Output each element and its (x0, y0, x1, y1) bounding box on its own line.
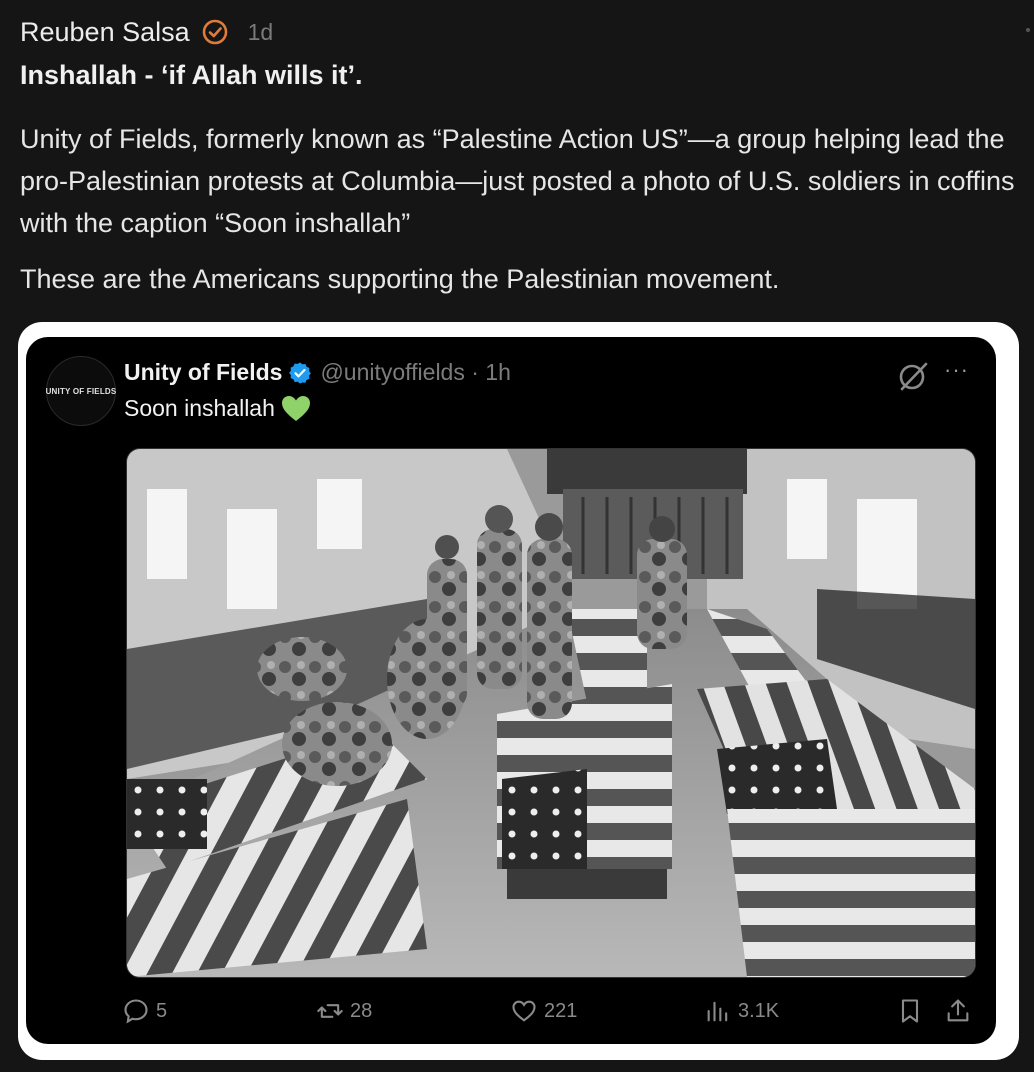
more-options-icon[interactable] (1026, 28, 1030, 32)
retweet-count: 28 (350, 999, 373, 1022)
tweet-photo[interactable] (126, 448, 976, 978)
views-count: 3.1K (738, 999, 780, 1022)
verified-badge-icon (202, 19, 227, 45)
green-heart-icon (281, 396, 310, 421)
tweet-more-icon[interactable]: ··· (944, 357, 969, 383)
tweet-actions: 5 28 221 3.1K (26, 987, 996, 1037)
author-name[interactable]: Reuben Salsa (20, 17, 190, 48)
tweet-author-name[interactable]: Unity of Fields (124, 359, 282, 386)
like-count: 221 (544, 999, 578, 1022)
tweet-handle-time: @unityoffields · 1h (320, 359, 511, 385)
embedded-screenshot[interactable]: UNITY OF FIELDS Unity of Fields @unityof… (18, 322, 1019, 1060)
tweet-text-content: Soon inshallah (124, 395, 275, 421)
bookmark-icon (901, 999, 919, 1023)
photo-image (127, 449, 975, 977)
avatar-text: UNITY OF FIELDS (45, 386, 117, 396)
reply-icon (124, 999, 148, 1024)
post-title: Inshallah - ‘if Allah wills it’. (20, 60, 363, 90)
share-icon (947, 999, 969, 1022)
verified-blue-icon (289, 362, 312, 383)
post-body-second: These are the Americans supporting the P… (20, 264, 780, 294)
tweet-header: Unity of Fields @unityoffields · 1h (124, 359, 511, 386)
like-button[interactable]: 221 (510, 997, 577, 1025)
embedded-tweet: UNITY OF FIELDS Unity of Fields @unityof… (26, 337, 996, 1044)
retweet-icon (317, 1004, 343, 1018)
bookmark-button[interactable] (896, 997, 930, 1025)
share-button[interactable] (944, 997, 978, 1025)
tweet-text: Soon inshallah (124, 395, 311, 422)
post-header: Reuben Salsa 1d (20, 14, 273, 50)
views-icon (707, 1001, 728, 1022)
post-body: Unity of Fields, formerly known as “Pale… (20, 124, 1015, 238)
reply-count: 5 (156, 999, 168, 1022)
avatar[interactable]: UNITY OF FIELDS (46, 356, 116, 426)
grok-icon[interactable] (896, 359, 930, 393)
reply-button[interactable]: 5 (122, 997, 167, 1025)
post-time: 1d (247, 18, 274, 45)
retweet-button[interactable]: 28 (316, 997, 372, 1025)
views-button[interactable]: 3.1K (704, 997, 779, 1025)
like-icon (512, 1000, 536, 1022)
